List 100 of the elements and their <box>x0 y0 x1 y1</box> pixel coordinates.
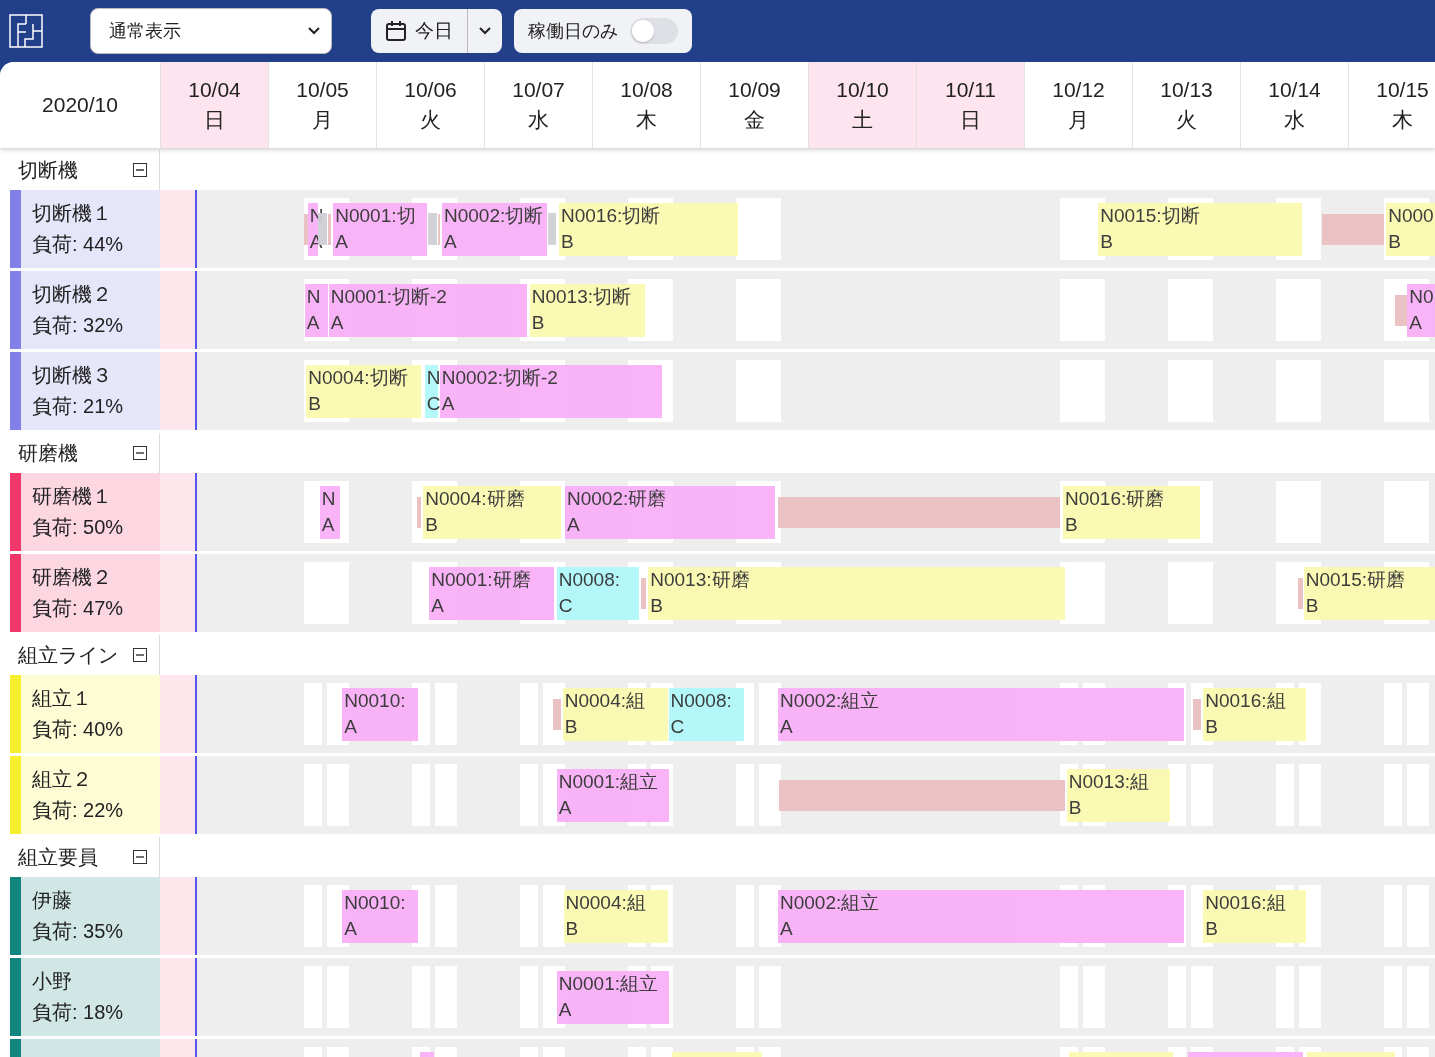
task-bar[interactable]: N0016:組 B <box>1203 890 1306 943</box>
task-bar[interactable]: N0015:切断 B <box>1098 203 1303 256</box>
weekday-label: 木 <box>1392 107 1413 133</box>
group-name: 切断機 <box>18 157 78 183</box>
task-bar[interactable]: N0002:組立 A <box>778 688 1184 741</box>
task-label: N0004:組 <box>565 891 646 915</box>
resource-name: 切断機２ <box>32 282 113 307</box>
task-category: A <box>306 311 320 335</box>
task-category: A <box>780 715 793 739</box>
task-category: B <box>565 917 579 941</box>
task-label: N0002:組立 <box>780 689 880 713</box>
task-label: N0016:切断 <box>561 204 661 228</box>
task-label: N000 <box>1388 204 1434 228</box>
task-label: N0002:切断-2 <box>441 366 558 390</box>
task-bar[interactable]: N0001:切断-2 A <box>328 284 527 337</box>
task-bar[interactable]: N0013:組 B <box>1066 769 1171 822</box>
task-category: B <box>308 392 321 416</box>
collapse-icon[interactable] <box>133 163 147 177</box>
task-category: A <box>321 513 335 537</box>
task-category: B <box>1205 715 1218 739</box>
task-bar[interactable]: N0001:組立 A <box>556 769 669 822</box>
load-label: 負荷: 40% <box>32 717 124 742</box>
task-category: B <box>561 230 574 254</box>
date-label: 10/08 <box>620 77 673 103</box>
task-bar[interactable]: N A <box>304 284 328 337</box>
task-category: A <box>431 594 444 618</box>
task-category: B <box>1205 917 1218 941</box>
view-select[interactable]: 通常表示 <box>90 8 332 54</box>
task-category: B <box>1100 230 1113 254</box>
load-label: 負荷: 18% <box>32 1000 124 1025</box>
task-bar[interactable]: N0004:切断 B <box>306 365 421 418</box>
task-bar[interactable]: N0002:研磨 A <box>565 486 775 539</box>
task-category: C <box>426 392 441 416</box>
task-bar[interactable]: N0013:研磨 B <box>648 567 1066 620</box>
working-hours-block <box>768 764 781 826</box>
task-label: N0001:研磨 <box>431 568 531 592</box>
load-label: 負荷: 21% <box>32 394 124 419</box>
task-label: N0008: <box>670 689 732 713</box>
task-label: N0013:組 <box>1068 770 1150 794</box>
task-category: A <box>558 796 572 820</box>
task-label: N0010: <box>344 689 406 713</box>
task-bar[interactable]: N0001:切 A <box>333 203 427 256</box>
date-label: 10/13 <box>1160 77 1213 103</box>
task-bar[interactable]: N0015:研磨 B <box>1303 567 1435 620</box>
task-label: N0001:組立 <box>558 972 659 996</box>
task-label: N0 <box>1409 285 1434 309</box>
resource-name: 小野 <box>32 969 73 994</box>
task-bar[interactable]: N000 B <box>1386 203 1435 256</box>
date-label: 10/05 <box>296 77 349 103</box>
task-bar[interactable]: N0004:組 B <box>562 688 668 741</box>
task-category: A <box>444 230 457 254</box>
task-bar[interactable]: N0013:切断 B <box>529 284 646 337</box>
task-label: N0010: <box>344 891 406 915</box>
task-bar[interactable]: N A <box>319 486 340 539</box>
task-category: A <box>441 392 455 416</box>
task-label: N <box>306 285 321 309</box>
weekday-label: 日 <box>204 107 225 133</box>
date-label: 10/04 <box>188 77 241 103</box>
task-bar[interactable]: N0010: A <box>342 688 418 741</box>
task-bar[interactable]: N0016:切断 B <box>559 203 739 256</box>
task-category: B <box>425 513 438 537</box>
group-name: 組立要員 <box>18 844 98 870</box>
task-bar[interactable]: N0016:組 B <box>1203 688 1306 741</box>
task-label: N0002:研磨 <box>567 487 667 511</box>
task-bar[interactable]: N0004:組 B <box>563 890 668 943</box>
toggle-switch[interactable] <box>630 18 678 44</box>
toggle-label: 稼働日のみ <box>528 20 618 43</box>
task-bar[interactable]: N0010: A <box>342 890 418 943</box>
task-label: N0015:切断 <box>1100 204 1200 228</box>
task-bar[interactable]: N0001:研磨 A <box>429 567 554 620</box>
resource-name: 伊藤 <box>32 888 73 913</box>
weekday-label: 水 <box>1284 107 1305 133</box>
task-category: A <box>780 917 793 941</box>
task-label: N0001:組立 <box>558 770 659 794</box>
collapse-icon[interactable] <box>133 648 147 662</box>
collapse-icon[interactable] <box>133 850 147 864</box>
task-bar[interactable]: N0002:切断-2 A <box>439 365 662 418</box>
resource-name: 研磨機２ <box>32 565 113 590</box>
task-category: A <box>335 230 348 254</box>
resource-name: 切断機１ <box>32 201 113 226</box>
date-label: 10/12 <box>1052 77 1105 103</box>
calendar-icon <box>385 20 407 42</box>
task-bar[interactable]: N0002:切断 A <box>442 203 547 256</box>
task-label: N0016:組 <box>1205 689 1286 713</box>
collapse-icon[interactable] <box>133 446 147 460</box>
task-bar[interactable]: N0016:研磨 B <box>1063 486 1201 539</box>
task-label: N0004:研磨 <box>425 487 525 511</box>
weekday-label: 日 <box>960 107 981 133</box>
task-category: A <box>1409 311 1422 335</box>
task-category: A <box>558 998 572 1022</box>
task-bar[interactable]: N0008: C <box>668 688 745 741</box>
task-bar[interactable]: N0008: C <box>556 567 640 620</box>
task-label: N0004:切断 <box>308 366 408 390</box>
task-bar[interactable]: N0 A <box>1407 284 1435 337</box>
resource-name: 切断機３ <box>32 363 113 388</box>
working-hours-block <box>542 683 552 745</box>
task-bar[interactable]: N0002:組立 A <box>778 890 1184 943</box>
task-bar[interactable]: N0001:組立 A <box>556 971 669 1024</box>
task-bar[interactable]: N0004:研磨 B <box>423 486 562 539</box>
task-label: N0015:研磨 <box>1305 568 1406 592</box>
